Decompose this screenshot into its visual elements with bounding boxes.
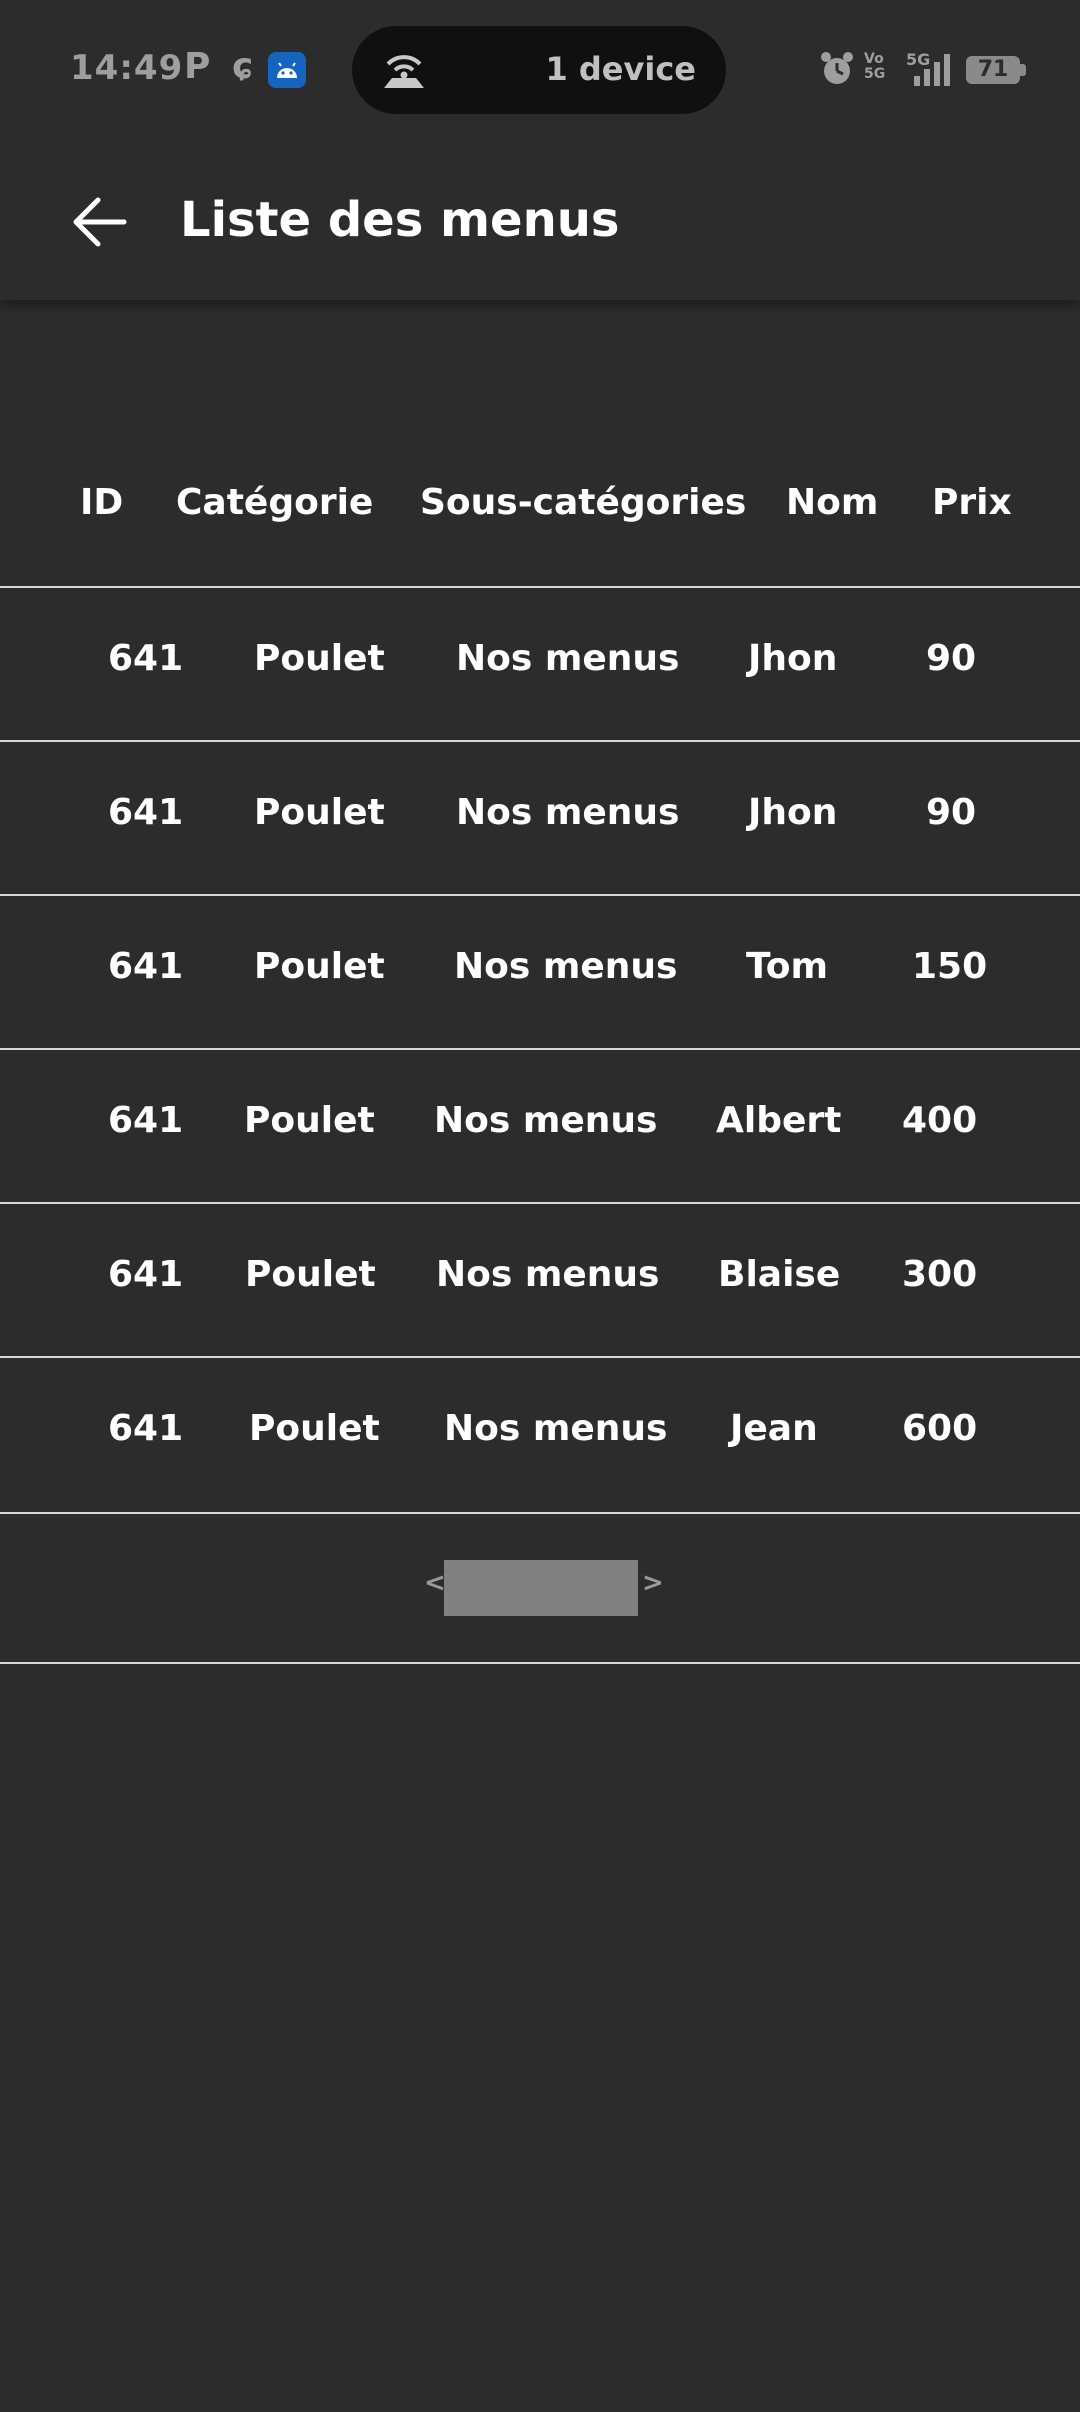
- cell-prix: 300: [902, 1254, 978, 1295]
- table-row[interactable]: 641 Poulet Nos menus Tom 150: [0, 896, 1080, 1048]
- cell-id: 641: [108, 638, 184, 679]
- status-time: 14:49: [70, 48, 184, 88]
- cell-sous-categorie: Nos menus: [456, 638, 680, 679]
- header-prix: Prix: [932, 482, 1012, 523]
- pagination-divider: [0, 1662, 1080, 1664]
- header-nom: Nom: [786, 482, 879, 523]
- parking-notification-icon: P: [184, 46, 211, 87]
- cell-sous-categorie: Nos menus: [454, 946, 678, 987]
- battery-tip: [1020, 64, 1026, 76]
- cell-nom: Tom: [746, 946, 829, 987]
- volte-bottom-label: 5G: [864, 66, 886, 82]
- cell-categorie: Poulet: [245, 1254, 376, 1295]
- cell-nom: Albert: [716, 1100, 842, 1141]
- cell-categorie: Poulet: [254, 638, 385, 679]
- cell-sous-categorie: Nos menus: [444, 1408, 668, 1449]
- table-row[interactable]: 641 Poulet Nos menus Jhon 90: [0, 588, 1080, 740]
- table-header: ID Catégorie Sous-catégories Nom Prix: [0, 440, 1080, 586]
- pagination: < >: [0, 1514, 1080, 1662]
- alarm-icon: [821, 52, 853, 84]
- back-button[interactable]: [60, 182, 140, 262]
- arrow-left-icon: [73, 197, 127, 247]
- hotspot-icon: [384, 55, 424, 88]
- header-categorie: Catégorie: [176, 482, 374, 523]
- previous-page-button[interactable]: <: [424, 1568, 446, 1598]
- header-id: ID: [80, 482, 124, 523]
- app-bar: Liste des menus: [0, 140, 1080, 300]
- cell-id: 641: [108, 792, 184, 833]
- cell-sous-categorie: Nos menus: [456, 792, 680, 833]
- android-icon: [268, 52, 306, 88]
- table-row[interactable]: 641 Poulet Nos menus Jean 600: [0, 1358, 1080, 1512]
- page-indicator[interactable]: [444, 1560, 638, 1616]
- table-row[interactable]: 641 Poulet Nos menus Albert 400: [0, 1050, 1080, 1202]
- cell-id: 641: [108, 1100, 184, 1141]
- cell-sous-categorie: Nos menus: [436, 1254, 660, 1295]
- cell-categorie: Poulet: [249, 1408, 380, 1449]
- cell-prix: 150: [912, 946, 988, 987]
- table-row[interactable]: 641 Poulet Nos menus Blaise 300: [0, 1204, 1080, 1356]
- next-page-button[interactable]: >: [642, 1568, 664, 1598]
- cell-categorie: Poulet: [244, 1100, 375, 1141]
- hotspot-island[interactable]: 1 device: [352, 26, 726, 114]
- page-title: Liste des menus: [180, 192, 620, 248]
- cell-nom: Jhon: [748, 792, 838, 833]
- cell-prix: 400: [902, 1100, 978, 1141]
- volte-top-label: Vo: [864, 51, 884, 67]
- hotspot-device-count: 1 device: [545, 50, 696, 88]
- cell-prix: 600: [902, 1408, 978, 1449]
- battery-level: 71: [977, 57, 1009, 82]
- table-row[interactable]: 641 Poulet Nos menus Jhon 90: [0, 742, 1080, 894]
- cell-categorie: Poulet: [254, 946, 385, 987]
- cell-nom: Jhon: [748, 638, 838, 679]
- cell-nom: Jean: [730, 1408, 818, 1449]
- volte-indicator: Vo 5G: [864, 52, 885, 82]
- cell-id: 641: [108, 946, 184, 987]
- app-notification-icon: ɕ: [232, 46, 254, 87]
- cell-id: 641: [108, 1254, 184, 1295]
- status-bar: 14:49 P ɕ 1 device Vo 5G 5G 71: [0, 0, 1080, 140]
- signal-icon: [914, 54, 950, 86]
- cell-sous-categorie: Nos menus: [434, 1100, 658, 1141]
- header-sous-categories: Sous-catégories: [420, 482, 747, 523]
- cell-prix: 90: [926, 792, 977, 833]
- cell-id: 641: [108, 1408, 184, 1449]
- cell-categorie: Poulet: [254, 792, 385, 833]
- cell-nom: Blaise: [718, 1254, 841, 1295]
- battery-icon: 71: [966, 56, 1020, 84]
- cell-prix: 90: [926, 638, 977, 679]
